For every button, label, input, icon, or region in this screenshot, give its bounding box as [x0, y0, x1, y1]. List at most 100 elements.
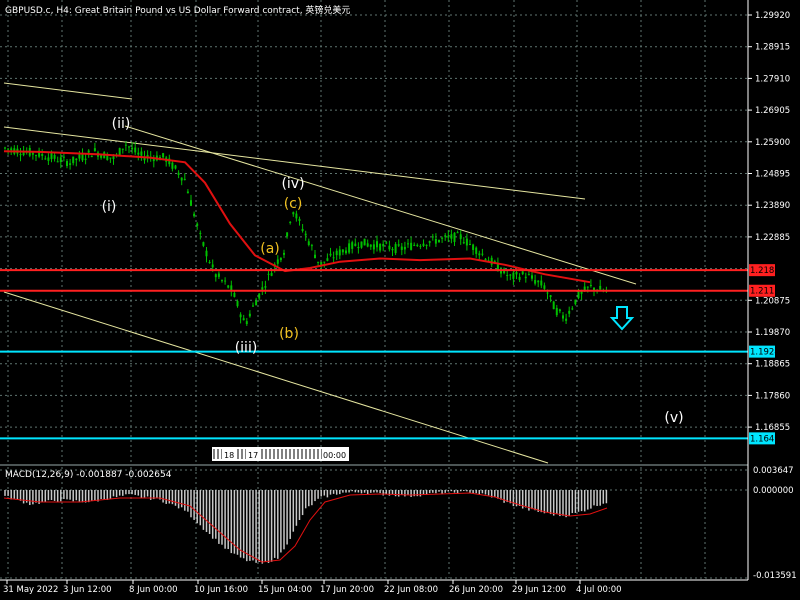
- price-label: 1.27910: [755, 74, 790, 84]
- candle-body: [425, 244, 428, 246]
- candle-body: [90, 155, 93, 158]
- candle-body: [515, 272, 518, 275]
- candle-body: [407, 243, 409, 245]
- price-label: 1.24895: [755, 170, 790, 180]
- candle-body: [562, 315, 564, 319]
- candle-body: [441, 237, 444, 239]
- time-label: 4 Jul 00:00: [576, 585, 622, 595]
- price-grid: [0, 0, 748, 463]
- price-label: 1.26905: [755, 106, 790, 116]
- candle-body: [348, 243, 351, 253]
- candle-body: [354, 243, 357, 246]
- candle-body: [41, 154, 44, 156]
- candle-body: [444, 235, 447, 237]
- macd-axis-label: 0.000000: [753, 486, 794, 496]
- candle-body: [558, 309, 561, 312]
- candle-body: [202, 242, 205, 246]
- time-label: 22 Jun 08:00: [384, 585, 438, 595]
- trendline-4[interactable]: [3, 291, 549, 464]
- candle-body: [190, 200, 192, 206]
- down-arrow-icon: [609, 306, 635, 331]
- candle-body: [128, 146, 130, 148]
- scroll-strip[interactable]: 18 17 00:00: [212, 447, 349, 461]
- candle-body: [469, 243, 471, 245]
- candle-body: [434, 238, 437, 244]
- candle-body: [388, 245, 391, 250]
- wave-label: (ii): [112, 116, 131, 132]
- candle-body: [134, 147, 137, 153]
- candle-body: [264, 286, 267, 288]
- trading-chart[interactable]: 1.21831 1.21178 1.19248 1.16498 (i) (ii) (iii…: [0, 0, 800, 600]
- candle-body: [577, 291, 580, 299]
- candle-body: [382, 243, 385, 247]
- candle-body: [118, 148, 121, 156]
- candle-body: [565, 318, 568, 321]
- candle-body: [177, 172, 180, 175]
- candle-body: [295, 213, 298, 219]
- price-label: 1.20875: [755, 296, 790, 306]
- candle-body: [314, 254, 316, 259]
- candle-body: [279, 257, 282, 261]
- candle-body: [462, 242, 465, 244]
- candle-body: [171, 162, 174, 169]
- candle-body: [549, 295, 552, 298]
- time-label: 8 Jun 00:00: [129, 585, 178, 595]
- wave-label: (v): [664, 410, 683, 426]
- wave-label: (b): [279, 326, 299, 342]
- candle-body: [475, 247, 478, 254]
- candle-body: [524, 276, 527, 279]
- candle-body: [196, 223, 199, 226]
- candle-body: [506, 274, 509, 276]
- macd-axis: 0.003647 0.000000 -0.013591: [753, 466, 797, 581]
- candle-body: [186, 191, 189, 194]
- time-label: 17 Jun 20:00: [320, 585, 374, 595]
- candle-body: [323, 261, 326, 263]
- candle-body: [261, 287, 264, 290]
- candle-body: [366, 243, 369, 247]
- candlesticks: [4, 141, 608, 326]
- candle-body: [329, 253, 332, 256]
- candle-body: [394, 244, 397, 254]
- candle-body: [531, 275, 533, 279]
- time-label: 10 Jun 16:00: [194, 585, 248, 595]
- candle-body: [332, 257, 335, 259]
- candle-body: [140, 151, 143, 156]
- price-axis: 1.29920 1.28915 1.27910 1.26905 1.25900 1.248…: [748, 11, 790, 433]
- candle-body: [360, 241, 363, 248]
- candle-body: [252, 305, 254, 307]
- candle-body: [586, 286, 589, 288]
- candle-body: [456, 232, 459, 234]
- candle-body: [589, 285, 592, 287]
- candle-body: [214, 274, 217, 278]
- candle-body: [53, 155, 56, 159]
- candle-body: [410, 242, 413, 250]
- candle-body: [397, 244, 400, 246]
- candle-body: [478, 253, 481, 256]
- candle-body: [69, 163, 72, 165]
- price-label: 1.23890: [755, 201, 790, 211]
- candle-body: [391, 248, 394, 251]
- candle-body: [317, 261, 320, 263]
- candle-body: [431, 236, 434, 238]
- candle-body: [521, 271, 524, 275]
- candle-body: [131, 147, 134, 150]
- time-axis: 31 May 2022 3 Jun 12:00 8 Jun 00:00 10 Jun …: [3, 580, 622, 595]
- scroll-strip-item-1: 18: [224, 451, 234, 460]
- candle-body: [574, 299, 577, 305]
- candle-body: [571, 308, 574, 310]
- candle-body: [289, 221, 292, 223]
- candle-body: [62, 156, 65, 158]
- candle-body: [568, 310, 571, 314]
- time-label: 26 Jun 20:00: [449, 585, 503, 595]
- trendline-1[interactable]: [3, 82, 133, 100]
- price-label: 1.29920: [755, 11, 790, 21]
- candle-body: [81, 154, 84, 161]
- candle-body: [326, 258, 329, 261]
- candle-body: [335, 250, 338, 256]
- candle-body: [193, 213, 196, 217]
- candle-body: [255, 300, 258, 306]
- candle-body: [245, 321, 248, 325]
- macd-axis-label: 0.003647: [753, 466, 794, 476]
- candle-body: [47, 157, 50, 161]
- candle-body: [403, 246, 406, 250]
